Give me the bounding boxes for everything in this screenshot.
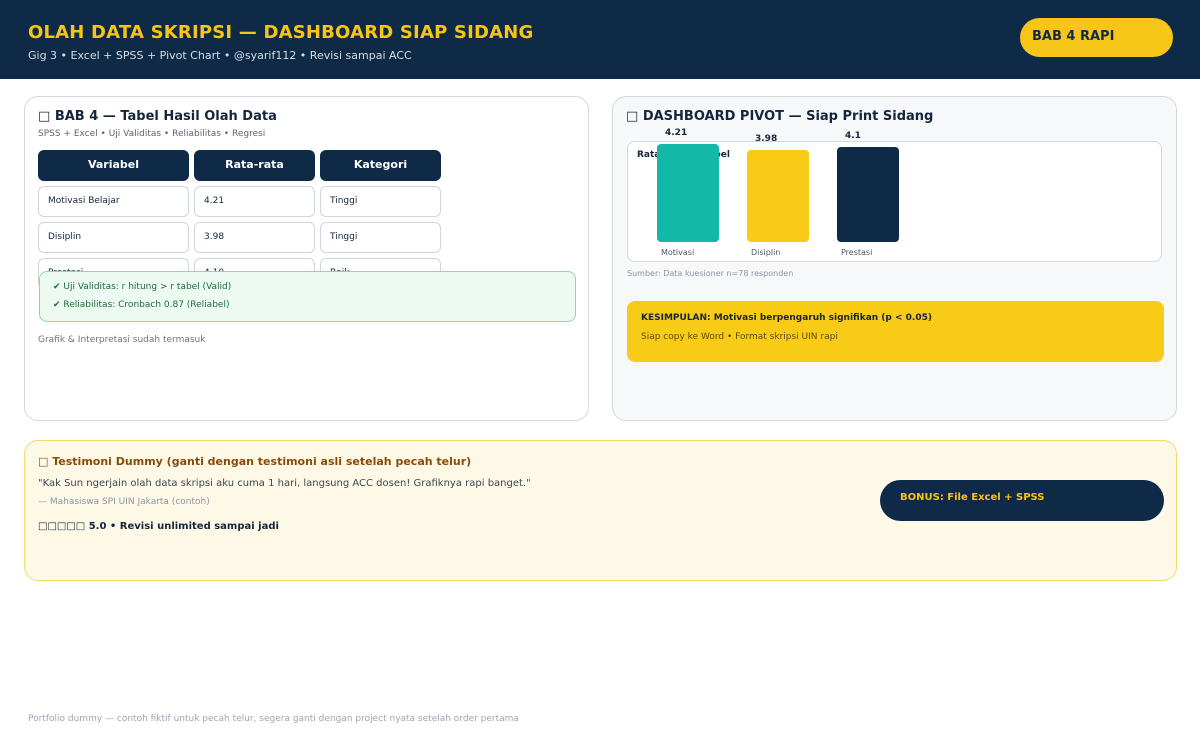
table-cell: Tinggi [320, 186, 441, 217]
validity-box: ✔ Uji Validitas: r hitung > r tabel (Val… [39, 271, 576, 322]
table-cell: Disiplin [38, 222, 189, 253]
conclusion-subtitle: Siap copy ke Word • Format skripsi UIN r… [641, 332, 838, 342]
conclusion-title: KESIMPULAN: Motivasi berpengaruh signifi… [641, 313, 932, 323]
page-subtitle: Gig 3 • Excel + SPSS + Pivot Chart • @sy… [28, 49, 412, 62]
chart-bar-motivasi [657, 144, 719, 242]
data-source: Sumber: Data kuesioner n=78 responden [627, 269, 794, 278]
testimonial-title-text: Testimoni Dummy (ganti dengan testimoni … [52, 455, 472, 468]
pivot-dashboard-card: □ DASHBOARD PIVOT — Siap Print Sidang Ra… [612, 96, 1177, 421]
bonus-button[interactable]: BONUS: File Excel + SPSS [880, 480, 1164, 521]
testimonial-card: □ Testimoni Dummy (ganti dengan testimon… [24, 440, 1177, 581]
column-header-kategori: Kategori [320, 150, 441, 181]
results-card-subtitle: SPSS + Excel • Uji Validitas • Reliabili… [38, 129, 266, 139]
rating-stars: □□□□□ 5.0 • Revisi unlimited sampai jadi [38, 521, 279, 532]
chart-value-label: 4.1 [845, 131, 861, 141]
chat-icon: □ [38, 455, 49, 468]
chart-icon: □ [626, 109, 639, 124]
bar-chart: Rata-rata Variabel 4.21Motivasi3.98Disip… [627, 128, 1162, 262]
validity-check: ✔ Uji Validitas: r hitung > r tabel (Val… [53, 282, 232, 292]
chart-category-label: Prestasi [841, 248, 873, 257]
page-title: OLAH DATA SKRIPSI — DASHBOARD SIAP SIDAN… [28, 22, 534, 43]
chart-category-label: Disiplin [751, 248, 781, 257]
conclusion-box: KESIMPULAN: Motivasi berpengaruh signifi… [627, 301, 1164, 362]
column-header-rata-rata: Rata-rata [194, 150, 315, 181]
results-table-card: □ BAB 4 — Tabel Hasil Olah Data SPSS + E… [24, 96, 589, 421]
column-header-variabel: Variabel [38, 150, 189, 181]
chart-bar-prestasi [837, 147, 899, 242]
table-cell: Tinggi [320, 222, 441, 253]
header: OLAH DATA SKRIPSI — DASHBOARD SIAP SIDAN… [0, 0, 1200, 79]
results-card-title: □ BAB 4 — Tabel Hasil Olah Data [38, 109, 277, 124]
chart-value-label: 4.21 [665, 128, 688, 138]
included-note: Grafik & Interpretasi sudah termasuk [38, 335, 206, 345]
table-cell: 3.98 [194, 222, 315, 253]
footer-note: Portfolio dummy — contoh fiktif untuk pe… [28, 714, 519, 724]
reliability-check: ✔ Reliabilitas: Cronbach 0.87 (Reliabel) [53, 300, 230, 310]
chart-value-label: 3.98 [755, 134, 778, 144]
chart-category-label: Motivasi [661, 248, 695, 257]
testimonial-title: □ Testimoni Dummy (ganti dengan testimon… [38, 455, 471, 468]
table-cell: Motivasi Belajar [38, 186, 189, 217]
testimonial-quote: "Kak Sun ngerjain olah data skripsi aku … [38, 478, 531, 489]
results-card-title-text: BAB 4 — Tabel Hasil Olah Data [54, 109, 277, 124]
testimonial-author: — Mahasiswa SPI UIN Jakarta (contoh) [38, 497, 210, 507]
dashboard-card-title-text: DASHBOARD PIVOT — Siap Print Sidang [642, 109, 934, 124]
table-icon: □ [38, 109, 51, 124]
dashboard-card-title: □ DASHBOARD PIVOT — Siap Print Sidang [626, 109, 933, 124]
bab4-badge[interactable]: BAB 4 RAPI [1020, 18, 1173, 57]
chart-bar-disiplin [747, 150, 809, 242]
table-cell: 4.21 [194, 186, 315, 217]
